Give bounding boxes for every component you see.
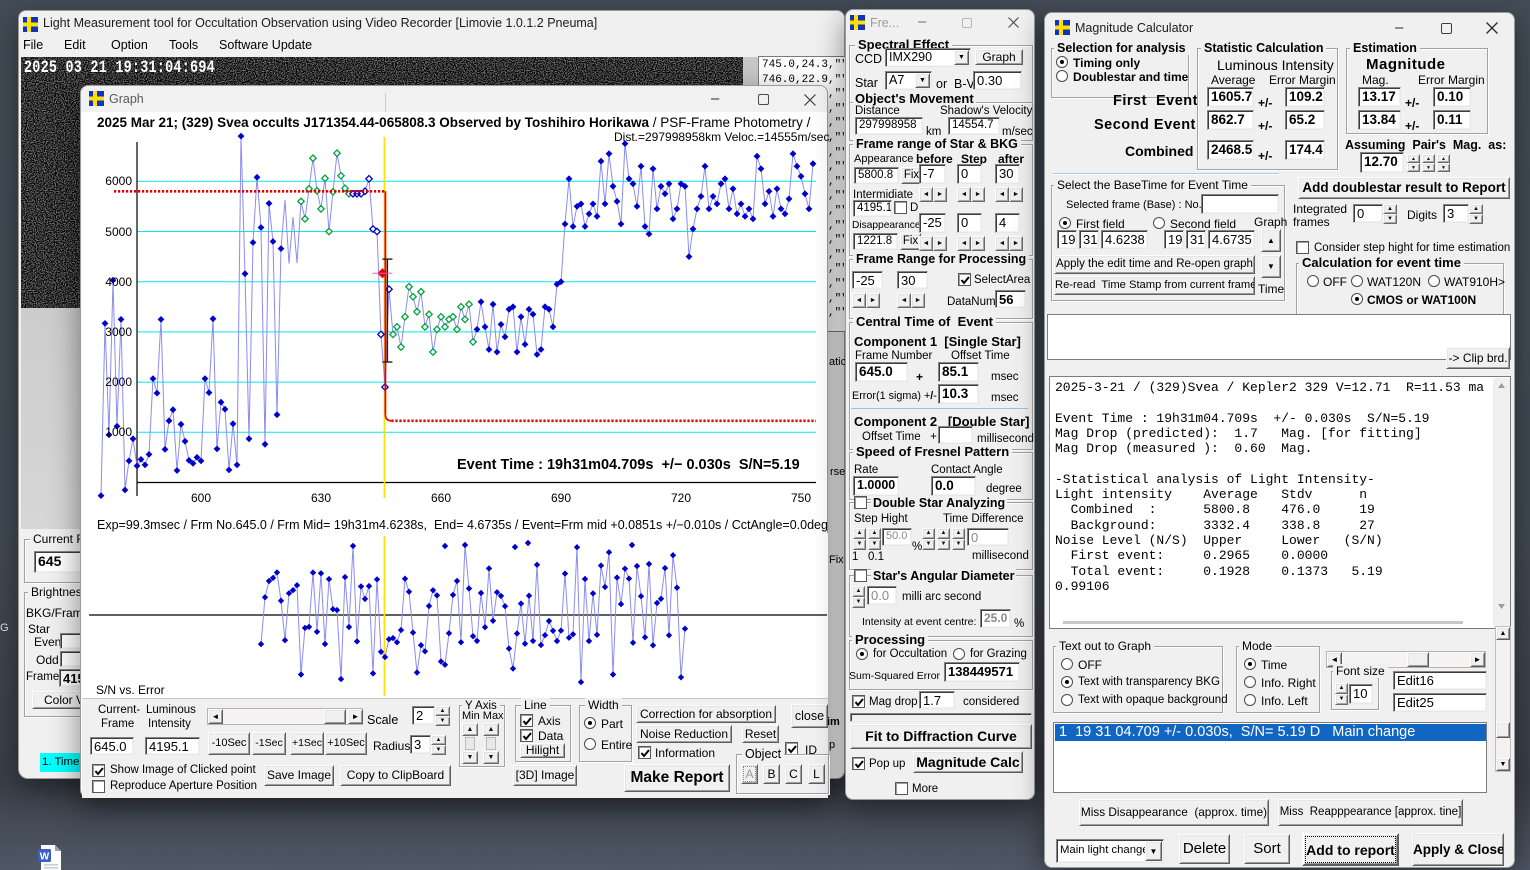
svg-text:720: 720 — [671, 491, 691, 505]
svg-text:Event Time : 19h31m04.709s +/: Event Time : 19h31m04.709s +/− 0.030s S/… — [457, 457, 800, 473]
svg-text:1000: 1000 — [105, 425, 132, 439]
svg-text:2000: 2000 — [105, 375, 132, 389]
svg-text:Exp=99.3msec / Frm No.645.0 /: Exp=99.3msec / Frm No.645.0 / Frm Mid= 1… — [97, 518, 828, 532]
svg-text:630: 630 — [311, 491, 331, 505]
svg-text:4000: 4000 — [105, 275, 132, 289]
svg-text:690: 690 — [551, 491, 571, 505]
svg-text:3000: 3000 — [105, 325, 132, 339]
svg-text:5000: 5000 — [105, 225, 132, 239]
svg-text:S/N vs. Error: S/N vs. Error — [96, 683, 165, 697]
svg-text:6000: 6000 — [105, 174, 132, 188]
svg-text:660: 660 — [431, 491, 451, 505]
svg-text:W: W — [40, 852, 50, 863]
svg-text:750: 750 — [791, 491, 811, 505]
svg-text:600: 600 — [191, 491, 211, 505]
